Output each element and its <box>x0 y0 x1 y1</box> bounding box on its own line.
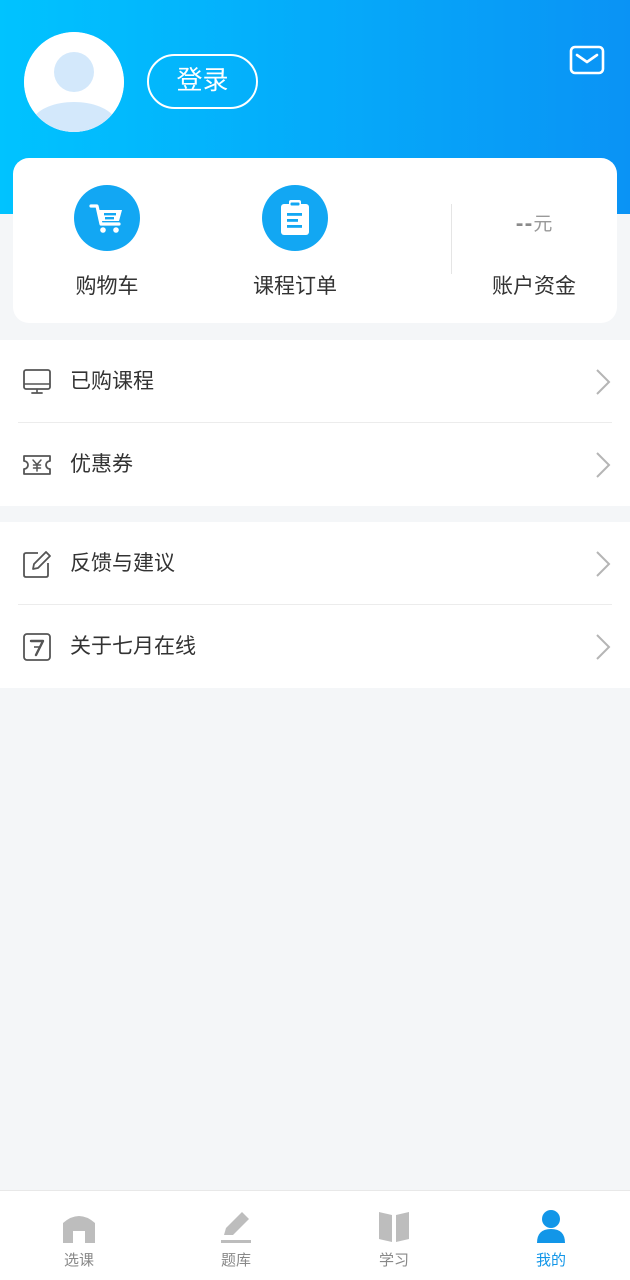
login-button[interactable]: 登录 <box>147 54 258 109</box>
bottom-tab-bar: 选课 题库 学习 我的 <box>0 1190 630 1280</box>
menu-group-about: 反馈与建议 关于七月在线 <box>0 522 630 688</box>
course-orders-button[interactable]: 课程订单 <box>234 158 356 323</box>
list-item-purchased-courses[interactable]: 已购课程 <box>0 340 630 423</box>
edit-icon <box>23 551 51 578</box>
default-avatar-icon <box>24 32 124 132</box>
chevron-right-icon <box>596 551 611 577</box>
user-icon <box>537 1210 565 1243</box>
list-item-about[interactable]: 关于七月在线 <box>0 605 630 688</box>
tab-label: 题库 <box>220 1251 251 1269</box>
menu-group-purchases: 已购课程 优惠券 <box>0 340 630 506</box>
divider <box>451 204 452 274</box>
course-orders-label: 课程订单 <box>253 274 337 298</box>
tab-label: 我的 <box>535 1251 566 1269</box>
list-item-coupons[interactable]: 优惠券 <box>0 423 630 506</box>
seven-logo-icon <box>23 633 51 661</box>
funds-amount: --元 <box>477 209 591 236</box>
clipboard-icon <box>262 185 328 251</box>
tab-courses[interactable]: 选课 <box>29 1191 129 1280</box>
cart-label: 购物车 <box>75 274 139 298</box>
chevron-right-icon <box>596 369 611 395</box>
funds-value: -- <box>515 213 534 235</box>
cart-icon <box>74 185 140 251</box>
list-item-label: 关于七月在线 <box>70 634 196 658</box>
book-icon <box>379 1212 409 1242</box>
account-funds-label: 账户资金 <box>492 274 576 298</box>
avatar[interactable] <box>24 32 124 132</box>
message-icon[interactable] <box>569 45 605 75</box>
list-item-label: 优惠券 <box>70 452 133 476</box>
monitor-icon <box>23 369 51 394</box>
funds-unit: 元 <box>533 213 553 235</box>
cart-button[interactable]: 购物车 <box>51 158 163 323</box>
tab-study[interactable]: 学习 <box>344 1191 444 1280</box>
chevron-right-icon <box>596 452 611 478</box>
account-funds-button[interactable]: --元 账户资金 <box>477 158 591 323</box>
list-item-label: 反馈与建议 <box>70 551 175 575</box>
tab-question-bank[interactable]: 题库 <box>186 1191 286 1280</box>
tab-mine[interactable]: 我的 <box>501 1191 601 1280</box>
tab-label: 学习 <box>378 1251 409 1269</box>
pencil-icon <box>221 1212 251 1243</box>
list-item-feedback[interactable]: 反馈与建议 <box>0 522 630 605</box>
coupon-icon <box>23 455 51 475</box>
list-item-label: 已购课程 <box>70 369 154 393</box>
chevron-right-icon <box>596 634 611 660</box>
home-icon <box>63 1216 95 1243</box>
quick-actions-card: 购物车 课程订单 --元 账户资金 <box>13 158 617 323</box>
tab-label: 选课 <box>63 1251 94 1269</box>
